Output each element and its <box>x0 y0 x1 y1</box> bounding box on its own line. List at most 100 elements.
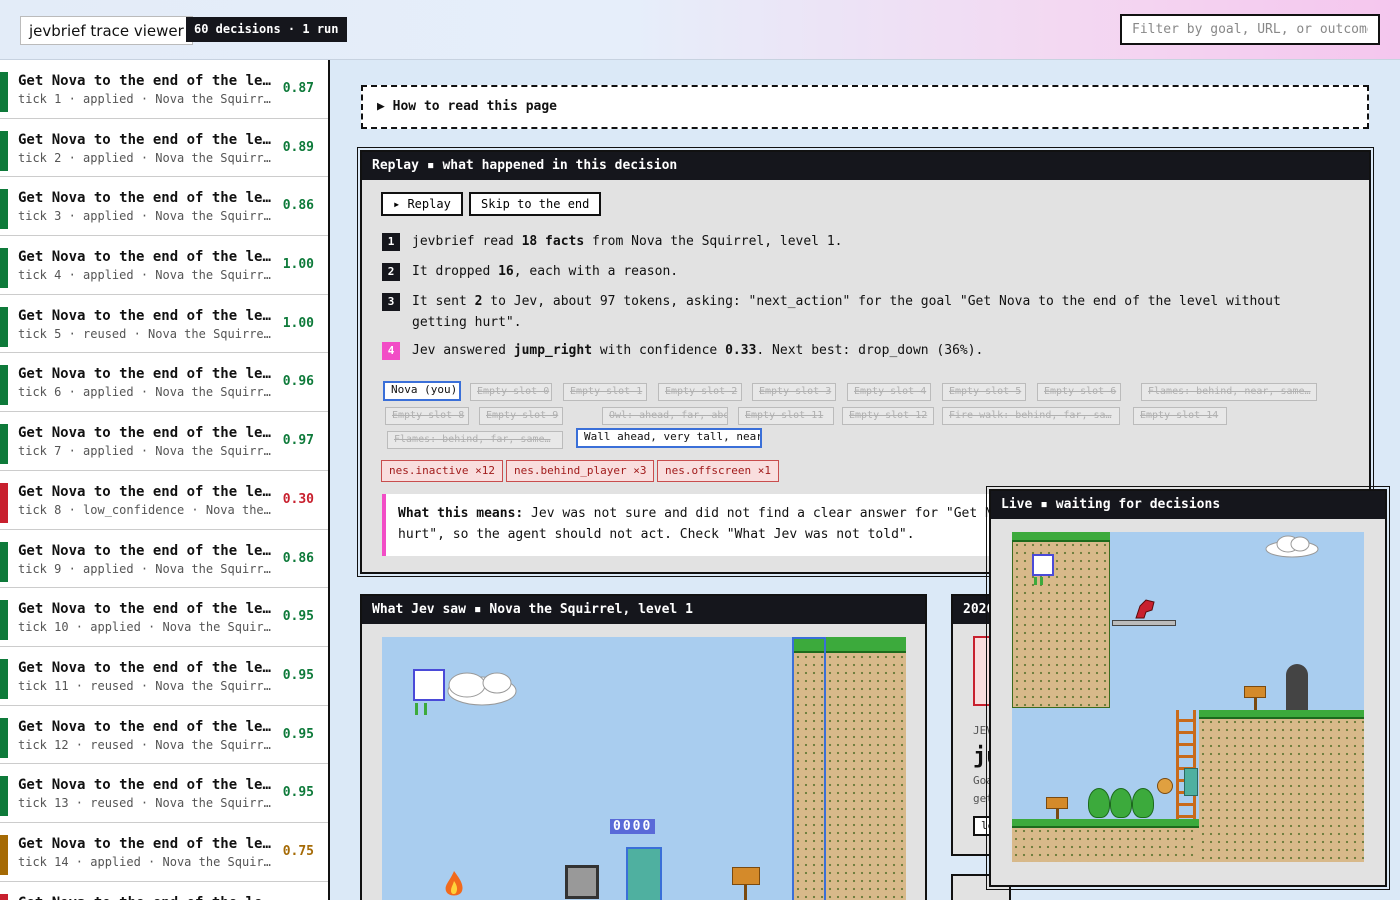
decision-item[interactable]: Get Nova to the end of the level without… <box>0 882 328 900</box>
status-stripe <box>0 717 8 758</box>
drop-reason-chip[interactable]: nes.inactive ×12 <box>381 460 503 482</box>
app-title[interactable]: jevbrief trace viewer <box>20 16 193 45</box>
step-text: Jev answered <box>412 343 514 358</box>
decision-item[interactable]: Get Nova to the end of the level without… <box>0 236 328 295</box>
dropped-fact-chip[interactable]: Empty slot 14 <box>1133 407 1227 425</box>
dropped-fact-chip[interactable]: Empty slot 12 <box>842 407 934 425</box>
dropped-fact-chip[interactable]: Empty slot 2 <box>658 383 742 401</box>
decision-score: 0.95 <box>282 726 314 742</box>
sign-icon <box>1244 686 1266 698</box>
raised-ground <box>1199 710 1364 862</box>
decision-goal: Get Nova to the end of the level without… <box>18 307 273 324</box>
dropped-fact-chip[interactable]: Empty slot 6 <box>1037 383 1121 401</box>
decision-goal: Get Nova to the end of the level without… <box>18 425 273 442</box>
step-text: It sent <box>412 294 475 309</box>
decision-item[interactable]: Get Nova to the end of the level without… <box>0 823 328 882</box>
decision-meta: tick 11 · reused · Nova the Squirrel, le… <box>18 678 273 693</box>
decision-item[interactable]: Get Nova to the end of the level without… <box>0 177 328 237</box>
bush <box>1110 788 1132 818</box>
decision-item[interactable]: Get Nova to the end of the level without… <box>0 588 328 647</box>
owl-box <box>413 669 445 701</box>
drop-reason-chip[interactable]: nes.behind_player ×3 <box>506 460 655 482</box>
dropped-fact-chip[interactable]: Empty slot 8 <box>385 407 469 425</box>
decision-item[interactable]: Get Nova to the end of the level without… <box>0 530 328 589</box>
confidence: 0.33 <box>725 343 757 358</box>
decision-score: 0.95 <box>282 667 314 683</box>
live-panel: Live ▪ waiting for decisions <box>986 486 1390 890</box>
decision-item[interactable]: Get Nova to the end of the level without… <box>0 412 328 471</box>
cloud-icon <box>1265 535 1319 558</box>
drop-reason-chip[interactable]: nes.offscreen ×1 <box>657 460 779 482</box>
decision-item[interactable]: Get Nova to the end of the level without… <box>0 647 328 706</box>
status-stripe <box>0 130 8 171</box>
decision-item[interactable]: Get Nova to the end of the level without… <box>0 60 328 119</box>
dropped-fact-chip[interactable]: Fire walk: behind, far, sa… <box>942 407 1120 425</box>
dropped-fact-chip[interactable]: Owl: ahead, far, above <box>602 407 728 425</box>
decision-item[interactable]: Get Nova to the end of the level without… <box>0 295 328 354</box>
owl-box <box>1032 554 1054 576</box>
sprite-legs <box>415 703 418 715</box>
step-number: 3 <box>382 293 400 311</box>
kept-fact-chip[interactable]: Wall ahead, very tall, near <box>576 428 762 448</box>
dropped-fact-chip[interactable]: Empty slot 1 <box>563 383 647 401</box>
status-stripe <box>0 189 8 230</box>
decision-item[interactable]: Get Nova to the end of the level without… <box>0 764 328 823</box>
kept-fact-chip[interactable]: Nova (you) <box>383 381 461 401</box>
status-stripe <box>0 834 8 875</box>
dropped-fact-chip[interactable]: Empty slot 11 <box>738 407 834 425</box>
decision-list: Get Nova to the end of the level without… <box>0 60 330 900</box>
dropped-fact-chip[interactable]: Empty slot 4 <box>847 383 931 401</box>
step-text: . Next best: drop_down (36%). <box>756 343 984 358</box>
decision-item[interactable]: Get Nova to the end of the level without… <box>0 706 328 765</box>
sprite-legs <box>1040 577 1043 585</box>
pillar-terrain <box>1012 532 1110 708</box>
wall-highlight <box>792 637 826 900</box>
dropped-count: 16 <box>498 264 514 279</box>
dropped-fact-chip[interactable]: Flames: behind, near, same… <box>1141 383 1317 401</box>
sign-icon <box>1046 797 1068 809</box>
decision-score: 0.87 <box>282 81 314 96</box>
grass-top <box>1012 532 1110 542</box>
means-label: What this means: <box>398 506 524 521</box>
game-frame: 0000 <box>382 637 906 900</box>
bush <box>1088 788 1110 818</box>
decision-goal: Get Nova to the end of the level without… <box>18 542 273 559</box>
dropped-fact-chip[interactable]: Empty slot 9 <box>479 407 563 425</box>
fact-count: 18 facts <box>521 234 585 249</box>
decision-meta: tick 4 · applied · Nova the Squirrel, le… <box>18 268 273 283</box>
dropped-fact-chip[interactable]: Empty slot 3 <box>752 383 836 401</box>
decision-meta: tick 3 · applied · Nova the Squirrel, le… <box>18 209 273 224</box>
metal-block <box>565 865 599 899</box>
dropped-fact-chip[interactable]: Empty slot 5 <box>942 383 1026 401</box>
grass-top <box>1199 710 1364 719</box>
decision-score: 0.95 <box>282 785 314 801</box>
decision-meta: tick 8 · low_confidence · Nova the Squir… <box>18 502 273 517</box>
dropped-fact-chip[interactable]: Flames: behind, far, same… <box>387 431 563 449</box>
decision-item[interactable]: Get Nova to the end of the level without… <box>0 353 328 413</box>
score-display: 0000 <box>610 819 656 834</box>
grass-top <box>1012 819 1199 828</box>
filter-input[interactable] <box>1120 14 1380 45</box>
sprite-legs <box>424 703 427 715</box>
step-text: from Nova the Squirrel, level 1. <box>584 234 843 249</box>
exit-door <box>1286 664 1308 710</box>
replay-button[interactable]: ▸ Replay <box>381 192 463 216</box>
how-to-read-toggle[interactable]: ▶ How to read this page <box>361 85 1369 129</box>
decision-item[interactable]: Get Nova to the end of the level without… <box>0 119 328 178</box>
decision-meta: tick 13 · reused · Nova the Squirrel, le… <box>18 796 273 811</box>
decision-meta: tick 6 · applied · Nova the Squirrel, le… <box>18 385 273 400</box>
step-text: with confidence <box>592 343 726 358</box>
sign-post <box>1056 809 1059 819</box>
decision-item[interactable]: Get Nova to the end of the level without… <box>0 471 328 530</box>
decision-score: 1.00 <box>282 315 314 331</box>
decision-goal: Get Nova to the end of the level without… <box>18 659 273 676</box>
skip-to-end-button[interactable]: Skip to the end <box>469 192 602 216</box>
status-stripe <box>0 600 8 641</box>
decision-score: 0.89 <box>282 139 314 155</box>
fire-icon <box>445 871 463 896</box>
decision-meta: tick 10 · applied · Nova the Squirrel, l… <box>18 620 273 635</box>
bush <box>1132 788 1154 818</box>
decision-meta: tick 14 · applied · Nova the Squirrel, l… <box>18 854 273 869</box>
decision-score: 1.00 <box>282 257 314 273</box>
dropped-fact-chip[interactable]: Empty slot 0 <box>470 383 552 401</box>
